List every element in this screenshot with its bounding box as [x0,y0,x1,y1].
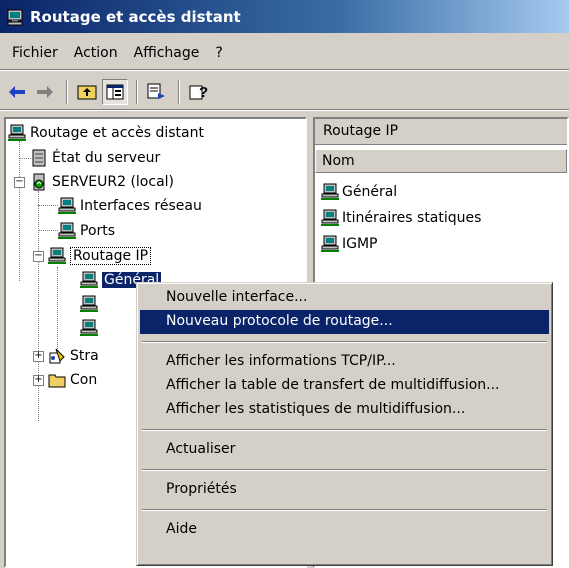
toolbar-separator [66,79,68,104]
up-level-button[interactable] [74,79,100,105]
policy-icon [49,348,65,364]
menu-separator [142,469,547,471]
tree-label: État du serveur [52,150,161,166]
show-tree-button[interactable] [102,78,128,105]
menu-item-show-tcpip[interactable]: Afficher les informations TCP/IP... [140,350,549,374]
network-computer-icon [321,209,339,226]
list-item-label: IGMP [342,236,378,252]
help-button[interactable]: ? [186,79,212,105]
tree-label: Routage IP [70,247,152,265]
menu-fichier[interactable]: Fichier [4,41,66,65]
network-computer-icon [80,319,98,336]
network-computer-icon [80,295,98,312]
context-menu: Nouvelle interface... Nouveau protocole … [136,282,553,566]
menu-item-show-multicast-stats[interactable]: Afficher les statistiques de multidiffus… [140,398,549,422]
pane-title: Routage IP [315,119,567,145]
menu-item-new-interface[interactable]: Nouvelle interface... [140,286,549,310]
folder-icon [48,374,66,388]
tree-item-connexions[interactable]: Con [48,369,97,391]
title-bar: Routage et accès distant [0,0,569,33]
list-item[interactable]: IGMP [321,233,378,255]
network-computer-icon [48,247,66,264]
network-computer-icon [80,271,98,288]
tree-label: Con [70,372,98,388]
tree-root[interactable]: Routage et accès distant [8,122,204,144]
collapse-toggle[interactable]: − [33,251,44,262]
menu-item-refresh[interactable]: Actualiser [140,438,549,462]
menu-item-new-routing-protocol[interactable]: Nouveau protocole de routage... [140,310,549,334]
menu-separator [142,341,547,343]
tree-label: SERVEUR2 (local) [52,174,174,190]
show-hide-tree-icon [106,84,124,99]
export-list-icon [147,83,165,99]
collapse-toggle[interactable]: − [14,177,25,188]
forward-button[interactable] [32,79,58,105]
expand-toggle[interactable]: + [33,375,44,386]
column-header-nom[interactable]: Nom [315,149,567,173]
tree-item-static-routes[interactable] [80,293,102,315]
toolbar-separator [136,79,138,104]
tree-item-ip-routing[interactable]: Routage IP [48,245,152,267]
back-arrow-icon [9,85,25,98]
routing-computer-icon [8,124,26,141]
tree-item-server-status[interactable]: État du serveur [30,147,160,169]
menu-item-properties[interactable]: Propriétés [140,478,549,502]
network-computer-icon [321,183,339,200]
tree-label: Ports [80,223,116,239]
list-item[interactable]: Général [321,181,397,203]
toolbar: ? [0,74,569,110]
toolbar-separator [178,79,180,104]
menu-help[interactable]: ? [207,41,230,65]
network-computer-icon [321,235,339,252]
tree-item-ports[interactable]: Ports [58,220,115,242]
tree-item-interfaces[interactable]: Interfaces réseau [58,195,202,217]
tree-line [57,267,58,357]
menu-item-show-multicast-table[interactable]: Afficher la table de transfert de multid… [140,374,549,398]
list-item[interactable]: Itinéraires statiques [321,207,481,229]
tree-label: Stra [70,348,99,364]
menu-separator [142,509,547,511]
expand-toggle[interactable]: + [33,351,44,362]
menu-item-help[interactable]: Aide [140,518,549,542]
export-list-button[interactable] [144,79,170,105]
menu-action[interactable]: Action [66,41,126,65]
tree-line [19,141,20,281]
help-icon: ? [189,84,208,101]
menu-separator [142,429,547,431]
network-computer-icon [58,222,76,239]
tree-item-strategies[interactable]: Stra [48,345,99,367]
list-item-label: Général [342,184,398,200]
list-item-label: Itinéraires statiques [342,210,482,226]
tree-label: Interfaces réseau [80,198,202,214]
tree-line [38,191,39,421]
server-icon [33,173,45,191]
menu-bar: Fichier Action Affichage ? [0,36,569,70]
up-folder-icon [77,85,97,99]
svg-text:?: ? [199,84,208,101]
menu-affichage[interactable]: Affichage [126,41,208,65]
window-title: Routage et accès distant [30,7,241,26]
network-computer-icon [58,197,76,214]
tree-item-server[interactable]: SERVEUR2 (local) [30,171,174,193]
tree-label: Routage et accès distant [30,125,204,141]
tree-line [38,230,58,231]
computer-icon [7,9,23,25]
back-button[interactable] [4,79,30,105]
tree-item-igmp[interactable] [80,317,102,339]
server-status-icon [32,149,46,167]
forward-arrow-icon [37,85,53,98]
tree-line [38,205,58,206]
